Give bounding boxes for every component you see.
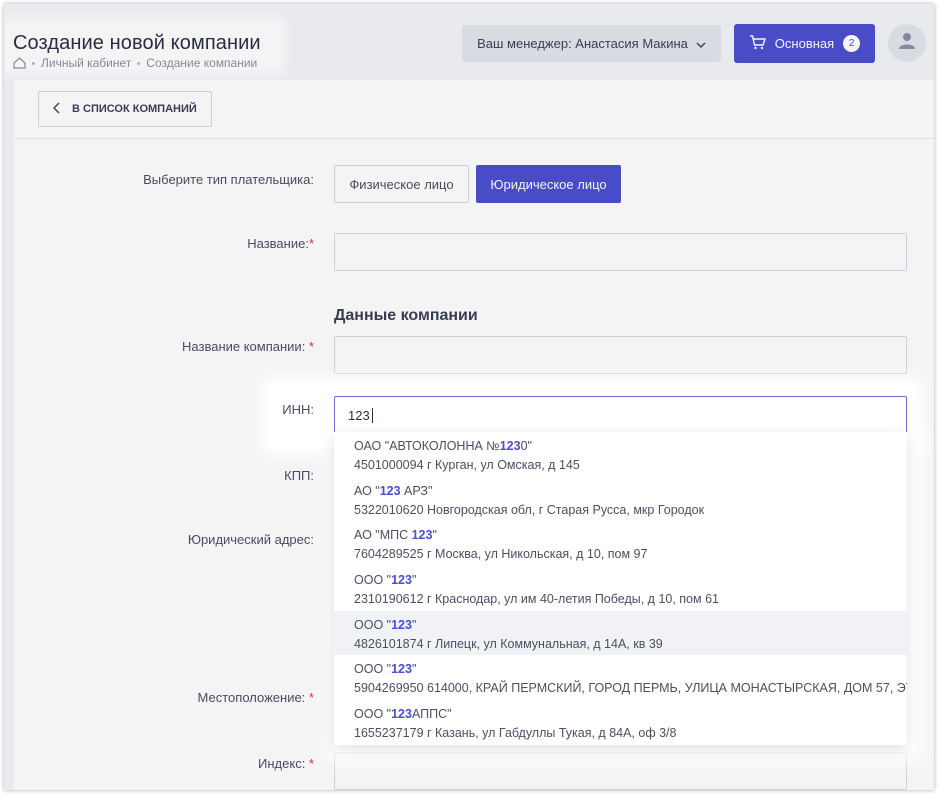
index-label-text: Индекс:: [258, 756, 306, 771]
location-label-text: Местоположение:: [197, 690, 306, 705]
payer-type-label-text: Выберите тип плательщика:: [143, 172, 314, 187]
suggestion-name-pre: ООО ": [354, 617, 392, 632]
suggestion-name-post: АРЗ": [400, 483, 433, 498]
company-name-input[interactable]: [334, 336, 907, 374]
payer-type-individual[interactable]: Физическое лицо: [334, 165, 469, 203]
breadcrumb-item-cabinet[interactable]: Личный кабинет: [41, 56, 131, 70]
inn-input[interactable]: 123: [334, 396, 907, 435]
suggestion-item[interactable]: ОАО "АВТОКОЛОННА №1230" 4501000094 г Кур…: [334, 432, 907, 477]
section-title: Данные компании: [334, 307, 478, 324]
payer-type-label: Выберите тип плательщика:: [24, 172, 314, 187]
suggestion-address: 1655237179 г Казань, ул Габдуллы Тукая, …: [354, 726, 677, 741]
suggestion-name: ООО "123АППС": [354, 706, 907, 723]
suggestion-item[interactable]: АО "МПС 123" 7604289525 г Москва, ул Ник…: [334, 521, 907, 566]
company-name-label-text: Название компании:: [182, 339, 306, 354]
cart-icon: [749, 34, 766, 53]
legal-address-label-text: Юридический адрес:: [187, 532, 314, 547]
cart-count-badge: 2: [843, 35, 861, 52]
legal-address-label: Юридический адрес:: [24, 532, 314, 547]
name-input[interactable]: [334, 233, 907, 271]
kpp-label: КПП:: [24, 468, 314, 483]
breadcrumb-separator: [32, 61, 35, 65]
text-caret: [371, 408, 373, 423]
suggestion-item[interactable]: ООО "123" 2310190612 г Краснодар, ул им …: [334, 566, 907, 611]
name-label: Название:*: [24, 236, 314, 251]
suggestion-name: ОАО "АВТОКОЛОННА №1230": [354, 438, 907, 455]
suggestion-address: 4501000094 г Курган, ул Омская, д 145: [354, 458, 580, 472]
suggestion-name-post: АППС": [411, 707, 452, 722]
required-mark: *: [308, 756, 314, 771]
back-button-label: В СПИСОК КОМПАНИЙ: [72, 103, 197, 115]
page-title: Создание новой компании: [13, 32, 261, 54]
inn-label-text: ИНН:: [282, 402, 314, 417]
payer-type-legal[interactable]: Юридическое лицо: [476, 165, 621, 203]
suggestion-address: 2310190612 г Краснодар, ул им 40-летия П…: [354, 592, 719, 607]
cart-button[interactable]: Основная 2: [734, 24, 875, 63]
breadcrumb-item-current: Создание компании: [146, 56, 258, 70]
suggestion-name-pre: ООО ": [354, 573, 392, 588]
suggestion-name: ООО "123": [354, 617, 907, 634]
suggestion-name-post: ": [411, 617, 417, 632]
suggestion-name: ООО "123": [354, 572, 907, 589]
suggestion-name-pre: ООО ": [354, 662, 392, 677]
user-icon: [899, 32, 915, 54]
required-mark: *: [308, 690, 314, 705]
inn-suggestions-dropdown: ОАО "АВТОКОЛОННА №1230" 4501000094 г Кур…: [334, 432, 907, 745]
home-icon[interactable]: [13, 57, 26, 69]
inn-value: 123: [348, 408, 370, 423]
suggestion-name: АО "123 АРЗ": [354, 483, 907, 500]
suggestion-address: 4826101874 г Липецк, ул Коммунальная, д …: [354, 636, 663, 651]
suggestion-name-post: ": [432, 528, 437, 543]
suggestion-item-highlighted[interactable]: ООО "123" 4826101874 г Липецк, ул Коммун…: [334, 610, 907, 656]
suggestion-name-post: ": [411, 573, 417, 588]
suggestion-match: 123: [499, 439, 521, 453]
suggestion-name-post: 0": [520, 439, 532, 453]
app-frame: Создание новой компании Личный кабинет С…: [4, 4, 934, 790]
page-header: Создание новой компании Личный кабинет С…: [4, 4, 934, 80]
suggestion-name: АО "МПС 123": [354, 527, 907, 544]
back-to-companies-button[interactable]: В СПИСОК КОМПАНИЙ: [38, 91, 212, 127]
breadcrumb: Личный кабинет Создание компании: [13, 56, 257, 70]
manager-label: Ваш менеджер: Анастасия Макина: [477, 36, 688, 51]
suggestion-address: 5322010620 Новгородская обл, г Старая Ру…: [354, 502, 705, 517]
suggestion-match: 123: [411, 528, 433, 543]
suggestion-match: 123: [391, 617, 412, 632]
suggestion-match: 123: [379, 483, 401, 498]
company-name-label: Название компании: *: [24, 339, 314, 354]
suggestion-name-pre: ООО ": [354, 707, 392, 722]
suggestion-name: ООО "123": [354, 661, 907, 678]
required-mark: *: [308, 339, 314, 354]
suggestion-item[interactable]: ООО "123АППС" 1655237179 г Казань, ул Га…: [334, 700, 907, 745]
suggestion-address: 5904269950 614000, КРАЙ ПЕРМСКИЙ, ГОРОД …: [354, 681, 907, 696]
suggestion-match: 123: [391, 573, 412, 588]
index-label: Индекс: *: [24, 756, 314, 771]
name-label-text: Название:: [247, 236, 309, 251]
suggestion-address: 7604289525 г Москва, ул Никольская, д 10…: [354, 547, 648, 562]
divider: [14, 138, 934, 139]
breadcrumb-separator: [137, 61, 141, 65]
kpp-label-text: КПП:: [284, 468, 314, 483]
required-mark: *: [308, 236, 314, 251]
cart-label: Основная: [774, 36, 835, 51]
inn-label: ИНН:: [24, 402, 314, 417]
chevron-down-icon: [696, 36, 706, 51]
suggestion-item[interactable]: ООО "123" 5904269950 614000, КРАЙ ПЕРМСК…: [334, 655, 907, 700]
suggestion-match: 123: [391, 707, 412, 722]
location-label: Местоположение: *: [24, 690, 314, 705]
suggestion-item[interactable]: АО "123 АРЗ" 5322010620 Новгородская обл…: [334, 477, 907, 522]
avatar[interactable]: [888, 24, 926, 62]
manager-dropdown[interactable]: Ваш менеджер: Анастасия Макина: [462, 25, 721, 62]
suggestion-name-post: ": [411, 662, 417, 677]
index-input[interactable]: [334, 752, 907, 790]
suggestion-name-pre: АО ": [354, 483, 380, 498]
chevron-left-icon: [53, 102, 60, 117]
suggestion-name-pre: ОАО "АВТОКОЛОННА №: [354, 439, 500, 453]
suggestion-name-pre: АО "МПС: [354, 528, 412, 543]
suggestion-match: 123: [391, 662, 412, 677]
